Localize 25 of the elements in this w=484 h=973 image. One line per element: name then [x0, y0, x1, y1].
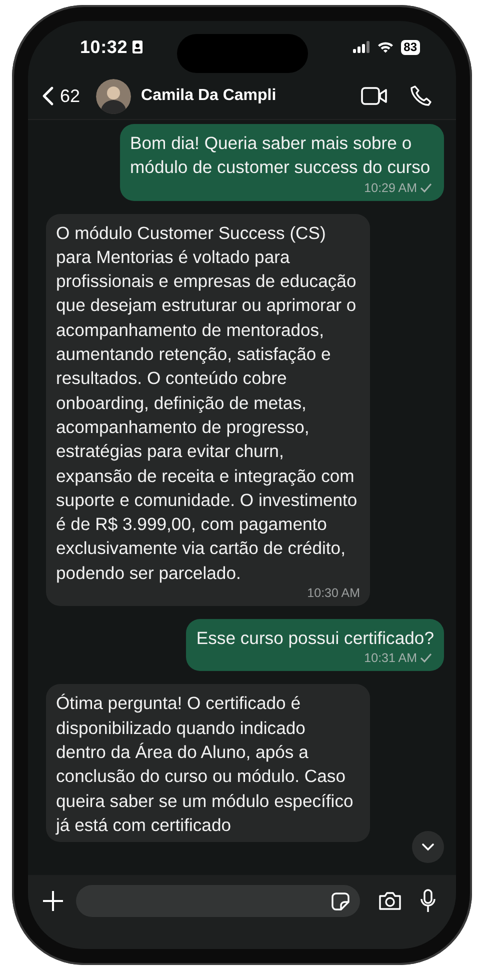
back-button[interactable]: 62: [42, 86, 80, 106]
video-camera-icon[interactable]: [361, 87, 388, 105]
camera-icon[interactable]: [378, 891, 402, 911]
message-text: Esse curso possui certificado?: [196, 627, 434, 650]
phone-icon[interactable]: [410, 85, 432, 107]
message-text: O módulo Customer Success (CS) para Mentorias é voltado para profissionais e empresas de educação que desejam estruturar ou aprimorar o acompanhamento de mentorados, aumentando retenção, satisfação e resultados. O conteúdo cobre onboarding, definição de metas, acompanhamento de progresso, estratégias para evitar churn, expansão de receita e integração com suporte e comunidade. O investimento é de R$ 3.999,00, com pagamento exclusivamente via cartão de crédito, podendo ser parcelado.: [56, 222, 358, 585]
message-time: 10:31 AM: [364, 650, 417, 666]
scroll-down-button[interactable]: [412, 831, 444, 863]
id-card-icon: [132, 40, 143, 54]
signal-icon: [352, 41, 370, 53]
status-time: 10:32: [80, 36, 128, 58]
message-text: Ótima pergunta! O certificado é disponibilizado quando indicado dentro da Área do Aluno, após a conclusão do curso ou módulo. Caso queira saber se um módulo específico já está com certificado: [56, 692, 354, 837]
message-time: 10:30 AM: [307, 585, 360, 602]
plus-icon[interactable]: [42, 890, 64, 912]
avatar[interactable]: [96, 78, 132, 114]
message-time: 10:29 AM: [364, 180, 417, 196]
chevron-down-icon: [422, 843, 434, 851]
wifi-icon: [376, 41, 394, 53]
microphone-icon[interactable]: [420, 889, 436, 913]
message-text: Bom dia! Queria saber mais sobre o módulo de customer success do curso: [130, 132, 432, 180]
chevron-left-icon: [42, 86, 54, 106]
battery-level: 83: [400, 40, 420, 54]
message-input-field[interactable]: [76, 885, 360, 917]
sticker-icon[interactable]: [331, 892, 350, 910]
contact-name[interactable]: Camila Da Campli: [141, 87, 361, 105]
